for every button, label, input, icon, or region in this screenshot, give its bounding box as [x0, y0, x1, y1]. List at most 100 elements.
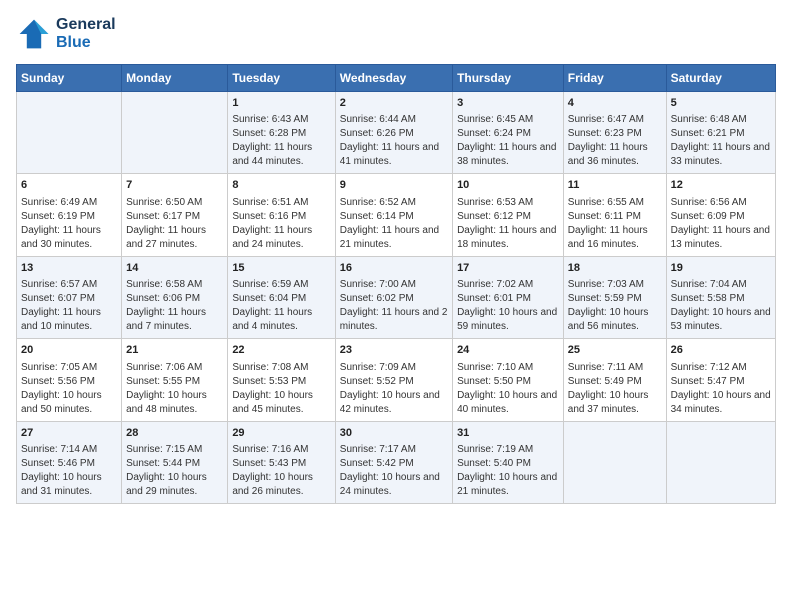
calendar-header-row: SundayMondayTuesdayWednesdayThursdayFrid… — [17, 65, 776, 92]
day-number: 7 — [126, 178, 223, 193]
day-of-week-header: Saturday — [666, 65, 775, 92]
logo-icon — [16, 16, 52, 52]
day-number: 3 — [457, 96, 559, 111]
logo: General Blue — [16, 16, 116, 52]
cell-content: Sunrise: 6:43 AMSunset: 6:28 PMDaylight:… — [232, 113, 330, 169]
calendar-cell — [666, 421, 775, 503]
day-number: 16 — [340, 261, 448, 276]
day-of-week-header: Friday — [563, 65, 666, 92]
calendar-cell: 21 Sunrise: 7:06 AMSunset: 5:55 PMDayligh… — [122, 339, 228, 421]
calendar-cell: 7 Sunrise: 6:50 AMSunset: 6:17 PMDaylight… — [122, 174, 228, 256]
cell-content: Sunrise: 7:00 AMSunset: 6:02 PMDaylight:… — [340, 278, 448, 334]
calendar-week-row: 13Sunrise: 6:57 AMSunset: 6:07 PMDayligh… — [17, 256, 776, 338]
cell-content: Sunrise: 6:47 AMSunset: 6:23 PMDaylight:… — [568, 113, 662, 169]
calendar-cell: 18 Sunrise: 7:03 AMSunset: 5:59 PMDayligh… — [563, 256, 666, 338]
cell-content: Sunrise: 7:14 AMSunset: 5:46 PMDaylight:… — [21, 443, 117, 499]
calendar-cell: 2 Sunrise: 6:44 AMSunset: 6:26 PMDaylight… — [335, 92, 452, 174]
cell-content: Sunrise: 7:11 AMSunset: 5:49 PMDaylight:… — [568, 361, 662, 417]
logo-text: General Blue — [56, 16, 116, 52]
calendar-cell: 14 Sunrise: 6:58 AMSunset: 6:06 PMDayligh… — [122, 256, 228, 338]
cell-content: Sunrise: 6:55 AMSunset: 6:11 PMDaylight:… — [568, 196, 662, 252]
calendar-cell: 28Sunrise: 7:15 AMSunset: 5:44 PMDayligh… — [122, 421, 228, 503]
day-number: 17 — [457, 261, 559, 276]
calendar-cell — [122, 92, 228, 174]
calendar-cell: 15 Sunrise: 6:59 AMSunset: 6:04 PMDayligh… — [228, 256, 335, 338]
cell-content: Sunrise: 6:53 AMSunset: 6:12 PMDaylight:… — [457, 196, 559, 252]
cell-content: Sunrise: 7:02 AMSunset: 6:01 PMDaylight:… — [457, 278, 559, 334]
calendar-cell: 16 Sunrise: 7:00 AMSunset: 6:02 PMDayligh… — [335, 256, 452, 338]
day-number: 29 — [232, 426, 330, 441]
cell-content: Sunrise: 7:09 AMSunset: 5:52 PMDaylight:… — [340, 361, 448, 417]
calendar-cell: 9 Sunrise: 6:52 AMSunset: 6:14 PMDaylight… — [335, 174, 452, 256]
cell-content: Sunrise: 7:03 AMSunset: 5:59 PMDaylight:… — [568, 278, 662, 334]
calendar-cell: 13Sunrise: 6:57 AMSunset: 6:07 PMDayligh… — [17, 256, 122, 338]
day-number: 30 — [340, 426, 448, 441]
day-number: 15 — [232, 261, 330, 276]
day-number: 23 — [340, 343, 448, 358]
cell-content: Sunrise: 7:17 AMSunset: 5:42 PMDaylight:… — [340, 443, 448, 499]
calendar-cell: 19 Sunrise: 7:04 AMSunset: 5:58 PMDayligh… — [666, 256, 775, 338]
cell-content: Sunrise: 7:16 AMSunset: 5:43 PMDaylight:… — [232, 443, 330, 499]
day-number: 26 — [671, 343, 771, 358]
day-of-week-header: Wednesday — [335, 65, 452, 92]
day-number: 5 — [671, 96, 771, 111]
day-number: 8 — [232, 178, 330, 193]
cell-content: Sunrise: 6:52 AMSunset: 6:14 PMDaylight:… — [340, 196, 448, 252]
day-number: 21 — [126, 343, 223, 358]
day-number: 28 — [126, 426, 223, 441]
day-number: 12 — [671, 178, 771, 193]
cell-content: Sunrise: 6:56 AMSunset: 6:09 PMDaylight:… — [671, 196, 771, 252]
calendar-cell: 8Sunrise: 6:51 AMSunset: 6:16 PMDaylight… — [228, 174, 335, 256]
cell-content: Sunrise: 7:12 AMSunset: 5:47 PMDaylight:… — [671, 361, 771, 417]
cell-content: Sunrise: 7:05 AMSunset: 5:56 PMDaylight:… — [21, 361, 117, 417]
cell-content: Sunrise: 6:44 AMSunset: 6:26 PMDaylight:… — [340, 113, 448, 169]
cell-content: Sunrise: 6:50 AMSunset: 6:17 PMDaylight:… — [126, 196, 223, 252]
calendar-week-row: 20 Sunrise: 7:05 AMSunset: 5:56 PMDayligh… — [17, 339, 776, 421]
calendar-week-row: 1 Sunrise: 6:43 AMSunset: 6:28 PMDaylight… — [17, 92, 776, 174]
calendar-cell: 20 Sunrise: 7:05 AMSunset: 5:56 PMDayligh… — [17, 339, 122, 421]
calendar-cell: 1 Sunrise: 6:43 AMSunset: 6:28 PMDaylight… — [228, 92, 335, 174]
cell-content: Sunrise: 6:48 AMSunset: 6:21 PMDaylight:… — [671, 113, 771, 169]
day-number: 1 — [232, 96, 330, 111]
day-number: 11 — [568, 178, 662, 193]
day-number: 27 — [21, 426, 117, 441]
day-number: 10 — [457, 178, 559, 193]
calendar-cell: 12 Sunrise: 6:56 AMSunset: 6:09 PMDayligh… — [666, 174, 775, 256]
page-header: General Blue — [16, 16, 776, 52]
day-number: 18 — [568, 261, 662, 276]
day-number: 9 — [340, 178, 448, 193]
calendar-week-row: 6Sunrise: 6:49 AMSunset: 6:19 PMDaylight… — [17, 174, 776, 256]
day-number: 19 — [671, 261, 771, 276]
calendar-cell: 4 Sunrise: 6:47 AMSunset: 6:23 PMDaylight… — [563, 92, 666, 174]
day-number: 31 — [457, 426, 559, 441]
cell-content: Sunrise: 7:10 AMSunset: 5:50 PMDaylight:… — [457, 361, 559, 417]
cell-content: Sunrise: 6:58 AMSunset: 6:06 PMDaylight:… — [126, 278, 223, 334]
calendar-cell: 5 Sunrise: 6:48 AMSunset: 6:21 PMDaylight… — [666, 92, 775, 174]
day-number: 2 — [340, 96, 448, 111]
calendar-cell: 3Sunrise: 6:45 AMSunset: 6:24 PMDaylight… — [453, 92, 564, 174]
day-of-week-header: Sunday — [17, 65, 122, 92]
day-number: 24 — [457, 343, 559, 358]
day-of-week-header: Tuesday — [228, 65, 335, 92]
calendar-cell: 29 Sunrise: 7:16 AMSunset: 5:43 PMDayligh… — [228, 421, 335, 503]
calendar-cell: 6Sunrise: 6:49 AMSunset: 6:19 PMDaylight… — [17, 174, 122, 256]
cell-content: Sunrise: 6:49 AMSunset: 6:19 PMDaylight:… — [21, 196, 117, 252]
day-of-week-header: Monday — [122, 65, 228, 92]
calendar-cell: 23 Sunrise: 7:09 AMSunset: 5:52 PMDayligh… — [335, 339, 452, 421]
calendar-cell: 25Sunrise: 7:11 AMSunset: 5:49 PMDayligh… — [563, 339, 666, 421]
calendar-cell: 22 Sunrise: 7:08 AMSunset: 5:53 PMDayligh… — [228, 339, 335, 421]
day-of-week-header: Thursday — [453, 65, 564, 92]
cell-content: Sunrise: 7:08 AMSunset: 5:53 PMDaylight:… — [232, 361, 330, 417]
cell-content: Sunrise: 7:06 AMSunset: 5:55 PMDaylight:… — [126, 361, 223, 417]
calendar-cell: 17 Sunrise: 7:02 AMSunset: 6:01 PMDayligh… — [453, 256, 564, 338]
cell-content: Sunrise: 6:59 AMSunset: 6:04 PMDaylight:… — [232, 278, 330, 334]
calendar-cell: 11 Sunrise: 6:55 AMSunset: 6:11 PMDayligh… — [563, 174, 666, 256]
cell-content: Sunrise: 7:04 AMSunset: 5:58 PMDaylight:… — [671, 278, 771, 334]
day-number: 20 — [21, 343, 117, 358]
calendar-cell: 24 Sunrise: 7:10 AMSunset: 5:50 PMDayligh… — [453, 339, 564, 421]
day-number: 22 — [232, 343, 330, 358]
day-number: 14 — [126, 261, 223, 276]
day-number: 4 — [568, 96, 662, 111]
calendar-cell — [17, 92, 122, 174]
calendar-cell — [563, 421, 666, 503]
